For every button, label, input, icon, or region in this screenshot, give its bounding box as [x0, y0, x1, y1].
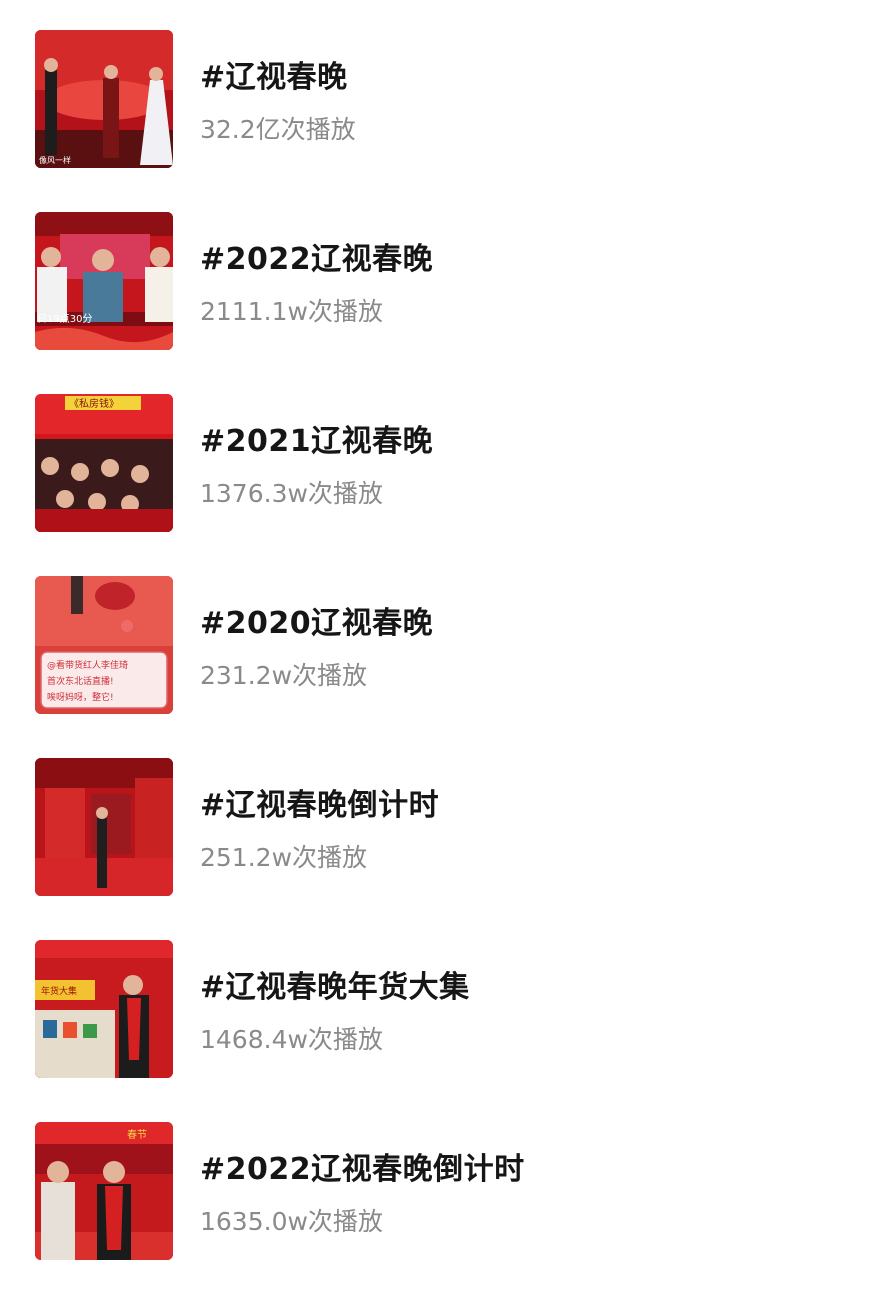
topic-item[interactable]: 春节 #2022辽视春晚倒计时 1635.0w次播放	[35, 1122, 855, 1260]
topic-thumbnail[interactable]: @看带货红人李佳琦 首次东北话直播! 唉呀妈呀，整它!	[35, 576, 173, 714]
topic-title[interactable]: #2021辽视春晚	[200, 416, 433, 460]
thumb-caption: 像风一样	[39, 155, 71, 165]
caption-line-1: @看带货红人李佳琦	[47, 659, 128, 671]
sketch-comedy-image: 《私房钱》	[35, 394, 173, 532]
topic-item[interactable]: 《私房钱》 #2021辽视春晚 1376.3w次播放	[35, 394, 855, 532]
caption-line-3: 唉呀妈呀，整它!	[47, 691, 114, 703]
thumb-caption: 春节	[127, 1129, 147, 1141]
topic-thumbnail[interactable]: 年货大集	[35, 940, 173, 1078]
topic-thumbnail[interactable]: 《私房钱》	[35, 394, 173, 532]
topic-thumbnail[interactable]	[35, 758, 173, 896]
topic-title[interactable]: #2022辽视春晚	[200, 234, 433, 278]
topic-thumbnail[interactable]: 日19点30分	[35, 212, 173, 350]
play-count: 1468.4w次播放	[200, 1025, 383, 1054]
topic-title[interactable]: #辽视春晚	[200, 52, 348, 96]
topic-title[interactable]: #2022辽视春晚倒计时	[200, 1144, 525, 1188]
thumb-caption: 年货大集	[41, 985, 77, 997]
play-count: 2111.1w次播放	[200, 297, 383, 326]
thumb-caption: 日19点30分	[37, 313, 92, 325]
play-count: 231.2w次播放	[200, 661, 368, 690]
topic-title[interactable]: #辽视春晚倒计时	[200, 780, 439, 824]
topic-item[interactable]: #辽视春晚倒计时 251.2w次播放	[35, 758, 855, 896]
topic-title[interactable]: #2020辽视春晚	[200, 598, 433, 642]
play-count: 251.2w次播放	[200, 843, 368, 872]
topic-item[interactable]: @看带货红人李佳琦 首次东北话直播! 唉呀妈呀，整它! #2020辽视春晚 23…	[35, 576, 855, 714]
topic-item[interactable]: 像风一样 #辽视春晚 32.2亿次播放	[35, 30, 855, 168]
topic-thumbnail[interactable]: 春节	[35, 1122, 173, 1260]
caption-line-2: 首次东北话直播!	[47, 675, 114, 687]
topic-thumbnail[interactable]: 像风一样	[35, 30, 173, 168]
play-count: 32.2亿次播放	[200, 115, 356, 144]
market-fair-image: 年货大集	[35, 940, 173, 1078]
stage-performance-image: 像风一样	[35, 30, 173, 168]
topic-title[interactable]: #辽视春晚年货大集	[200, 962, 470, 1006]
topic-item[interactable]: 日19点30分 #2022辽视春晚 2111.1w次播放	[35, 212, 855, 350]
countdown-show-image: 日19点30分	[35, 212, 173, 350]
stage-set-image	[35, 758, 173, 896]
play-count: 1376.3w次播放	[200, 479, 383, 508]
play-count: 1635.0w次播放	[200, 1207, 383, 1236]
festival-hosts-image: 春节	[35, 1122, 173, 1260]
thumb-caption: 《私房钱》	[69, 397, 119, 410]
topic-item[interactable]: 年货大集 #辽视春晚年货大集 1468.4w次播放	[35, 940, 855, 1078]
livestream-promo-image: @看带货红人李佳琦 首次东北话直播! 唉呀妈呀，整它!	[35, 576, 173, 714]
